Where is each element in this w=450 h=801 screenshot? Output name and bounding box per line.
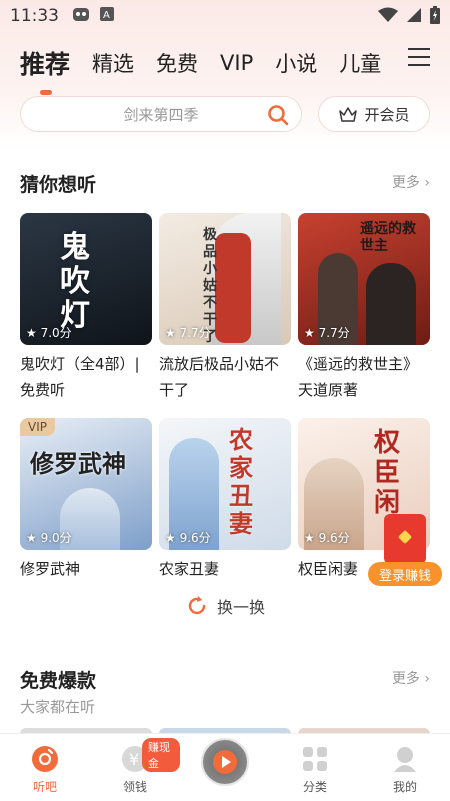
tab-recommend[interactable]: 推荐 (20, 45, 70, 95)
cover-figure (366, 263, 416, 345)
book-title: 鬼吹灯（全4部）|免费听 (20, 355, 140, 399)
refresh-button[interactable]: 换一换 (185, 594, 265, 618)
nav-player[interactable] (180, 734, 270, 801)
tab-free[interactable]: 免费 (156, 48, 198, 78)
notification-a-icon: A (99, 6, 115, 27)
guess-section-title: 猜你想听 (20, 174, 97, 196)
cover-text: 修罗武神 (30, 450, 126, 478)
book-card[interactable]: VIP 修罗武神 ★ 9.0分 修罗武神 (20, 418, 152, 582)
book-card[interactable]: 遥远的救世主 ★ 7.7分 《遥远的救世主》天道原著 (298, 213, 430, 403)
search-input[interactable]: 剑来第四季 (20, 96, 302, 132)
refresh-label: 换一换 (217, 598, 266, 617)
svg-text:A: A (103, 10, 110, 21)
book-cover: 农家丑妻 ★ 9.6分 (159, 418, 291, 550)
book-title: 农家丑妻 (159, 560, 220, 578)
wifi-icon (378, 7, 398, 28)
free-more-link[interactable]: 更多 › (392, 668, 430, 688)
cover-text: 遥远的救世主 (360, 221, 416, 254)
search-placeholder: 剑来第四季 (123, 105, 199, 124)
free-section-title: 免费爆款 (20, 670, 97, 692)
nav-earn[interactable]: ¥ 领钱 赚现金 (90, 734, 180, 801)
tab-novel[interactable]: 小说 (275, 48, 317, 78)
crown-icon (339, 107, 358, 122)
menu-icon[interactable] (408, 48, 430, 66)
listen-icon (32, 746, 58, 772)
category-grid-icon (303, 747, 327, 771)
earn-cash-badge: 赚现金 (142, 738, 180, 772)
book-cover: VIP 修罗武神 ★ 9.0分 (20, 418, 152, 550)
status-right (378, 6, 440, 29)
cover-text: 鬼吹灯 (60, 230, 90, 333)
vip-tag: VIP (20, 418, 55, 436)
app-notification-icon (71, 5, 91, 28)
svg-text:¥: ¥ (129, 750, 139, 769)
play-icon (213, 750, 237, 774)
book-rating: ★ 9.6分 (165, 531, 211, 545)
book-rating: ★ 7.0分 (26, 326, 72, 340)
book-rating: ★ 7.7分 (165, 326, 211, 340)
book-title: 《遥远的救世主》天道原著 (298, 355, 419, 399)
status-bar: 11:33 A (0, 0, 450, 32)
book-rating: ★ 7.7分 (304, 326, 350, 340)
book-title: 修罗武神 (20, 560, 81, 578)
profile-icon (394, 747, 416, 772)
player-button[interactable] (201, 738, 249, 786)
nav-label: 分类 (302, 780, 327, 794)
nav-mine[interactable]: 我的 (360, 734, 450, 801)
nav-listen[interactable]: 听吧 (0, 734, 90, 801)
open-vip-button[interactable]: 开会员 (318, 96, 430, 132)
cover-text: 农家丑妻 (229, 426, 253, 538)
book-title: 流放后极品小姑不干了 (159, 355, 280, 399)
book-cover: 遥远的救世主 ★ 7.7分 (298, 213, 430, 345)
cover-figure-dress (215, 233, 251, 343)
nav-label: 领钱 (122, 780, 147, 794)
status-time: 11:33 (10, 6, 59, 26)
battery-icon (430, 6, 440, 29)
cover-text: 权臣闲 (374, 428, 401, 518)
book-rating: ★ 9.6分 (304, 531, 350, 545)
search-icon[interactable] (267, 104, 289, 126)
book-cover: 鬼吹灯 ★ 7.0分 (20, 213, 152, 345)
tab-selected[interactable]: 精选 (92, 48, 134, 78)
book-rating: ★ 9.0分 (26, 531, 72, 545)
book-card[interactable]: 鬼吹灯 ★ 7.0分 鬼吹灯（全4部）|免费听 (20, 213, 152, 403)
nav-category[interactable]: 分类 (270, 734, 360, 801)
nav-label: 我的 (392, 780, 417, 794)
book-cover: 极品小姑不干了 ★ 7.7分 (159, 213, 291, 345)
guess-more-link[interactable]: 更多 › (392, 172, 430, 192)
book-card[interactable]: 极品小姑不干了 ★ 7.7分 流放后极品小姑不干了 (159, 213, 291, 403)
category-tabs: 推荐 精选 免费 VIP 小说 儿童 (20, 40, 440, 95)
tab-children[interactable]: 儿童 (339, 48, 381, 78)
free-section-subtitle: 大家都在听 (20, 698, 96, 716)
open-vip-label: 开会员 (364, 105, 410, 124)
signal-icon (406, 7, 422, 28)
red-packet-icon[interactable] (384, 514, 426, 564)
book-card[interactable]: 农家丑妻 ★ 9.6分 农家丑妻 (159, 418, 291, 582)
nav-label: 听吧 (32, 780, 57, 794)
tab-vip[interactable]: VIP (220, 51, 253, 75)
login-earn-button[interactable]: 登录赚钱 (368, 562, 442, 586)
refresh-icon (188, 596, 206, 615)
bottom-nav: 听吧 ¥ 领钱 赚现金 分类 我的 (0, 733, 450, 801)
